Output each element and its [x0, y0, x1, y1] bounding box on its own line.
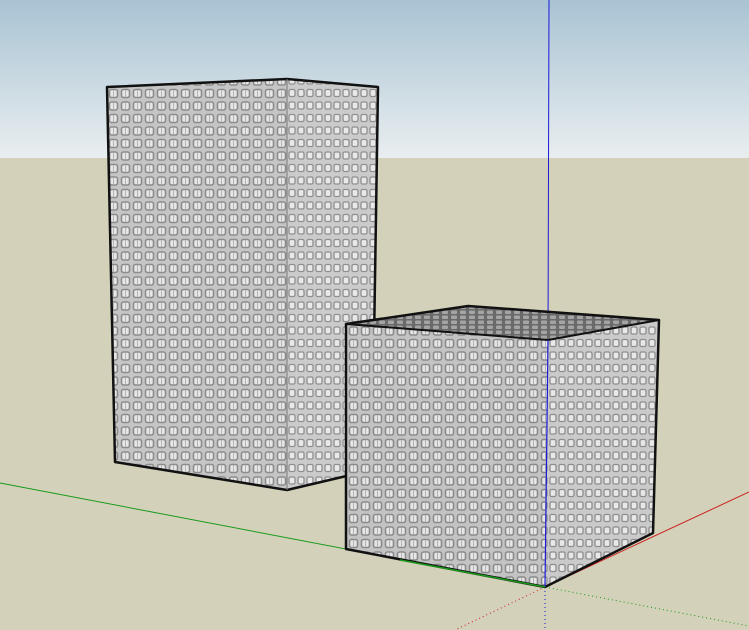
cube-outline	[344, 304, 661, 589]
tall-box-glass	[105, 77, 380, 492]
cube-model[interactable]	[344, 304, 661, 589]
3d-scene[interactable]	[0, 0, 749, 630]
tall-box-model[interactable]	[105, 77, 380, 492]
sketchup-viewport[interactable]	[0, 0, 749, 630]
